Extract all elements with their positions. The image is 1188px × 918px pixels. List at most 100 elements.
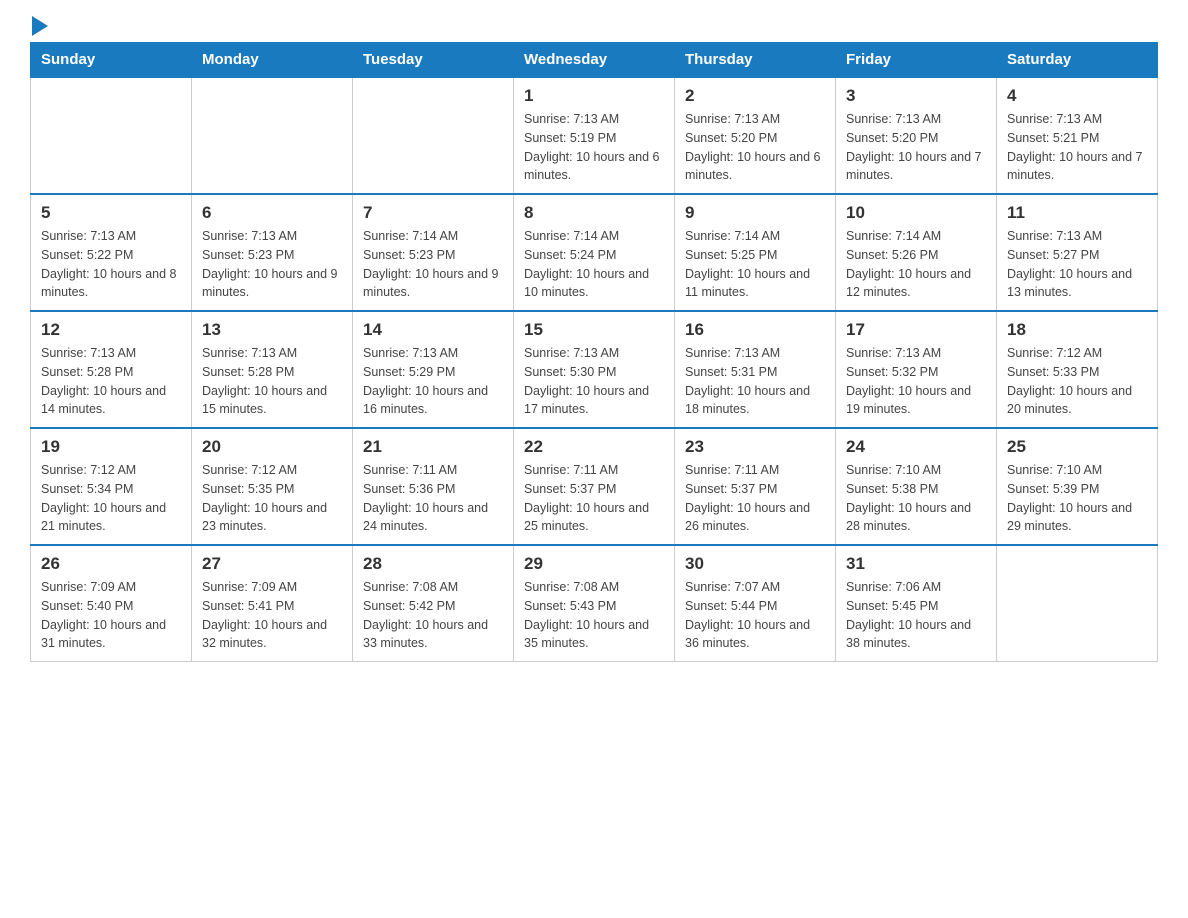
calendar-cell: 18 Sunrise: 7:12 AM Sunset: 5:33 PM Dayli…: [997, 311, 1158, 428]
day-number: 14: [363, 320, 503, 340]
calendar-cell: [31, 77, 192, 194]
day-sun-info: Sunrise: 7:13 AM Sunset: 5:20 PM Dayligh…: [685, 110, 825, 185]
day-number: 6: [202, 203, 342, 223]
day-sun-info: Sunrise: 7:13 AM Sunset: 5:20 PM Dayligh…: [846, 110, 986, 185]
weekday-header-monday: Monday: [192, 43, 353, 78]
calendar-cell: 25Sunrise: 7:10 AM Sunset: 5:39 PM Dayli…: [997, 428, 1158, 545]
day-number: 4: [1007, 86, 1147, 106]
day-number: 1: [524, 86, 664, 106]
day-sun-info: Sunrise: 7:08 AM Sunset: 5:43 PM Dayligh…: [524, 578, 664, 653]
day-sun-info: Sunrise: 7:13 AM Sunset: 5:28 PM Dayligh…: [41, 344, 181, 419]
day-number: 13: [202, 320, 342, 340]
calendar-cell: 20 Sunrise: 7:12 AM Sunset: 5:35 PM Dayli…: [192, 428, 353, 545]
week-row-1: 1Sunrise: 7:13 AM Sunset: 5:19 PM Daylig…: [31, 77, 1158, 194]
calendar-cell: 12 Sunrise: 7:13 AM Sunset: 5:28 PM Dayli…: [31, 311, 192, 428]
day-number: 5: [41, 203, 181, 223]
calendar-cell: 27 Sunrise: 7:09 AM Sunset: 5:41 PM Dayli…: [192, 545, 353, 662]
calendar-cell: 3 Sunrise: 7:13 AM Sunset: 5:20 PM Daylig…: [836, 77, 997, 194]
day-sun-info: Sunrise: 7:13 AM Sunset: 5:31 PM Dayligh…: [685, 344, 825, 419]
day-number: 30: [685, 554, 825, 574]
day-number: 29: [524, 554, 664, 574]
week-row-4: 19Sunrise: 7:12 AM Sunset: 5:34 PM Dayli…: [31, 428, 1158, 545]
day-sun-info: Sunrise: 7:13 AM Sunset: 5:32 PM Dayligh…: [846, 344, 986, 419]
day-number: 20: [202, 437, 342, 457]
week-row-3: 12 Sunrise: 7:13 AM Sunset: 5:28 PM Dayli…: [31, 311, 1158, 428]
day-number: 28: [363, 554, 503, 574]
logo-arrow-icon: [32, 16, 48, 36]
day-number: 3: [846, 86, 986, 106]
day-number: 19: [41, 437, 181, 457]
day-sun-info: Sunrise: 7:07 AM Sunset: 5:44 PM Dayligh…: [685, 578, 825, 653]
calendar-cell: [997, 545, 1158, 662]
day-sun-info: Sunrise: 7:13 AM Sunset: 5:21 PM Dayligh…: [1007, 110, 1147, 185]
day-number: 26: [41, 554, 181, 574]
day-number: 17: [846, 320, 986, 340]
calendar-cell: 30 Sunrise: 7:07 AM Sunset: 5:44 PM Dayli…: [675, 545, 836, 662]
calendar-cell: 31 Sunrise: 7:06 AM Sunset: 5:45 PM Dayli…: [836, 545, 997, 662]
day-sun-info: Sunrise: 7:14 AM Sunset: 5:25 PM Dayligh…: [685, 227, 825, 302]
day-number: 12: [41, 320, 181, 340]
calendar-cell: 16 Sunrise: 7:13 AM Sunset: 5:31 PM Dayli…: [675, 311, 836, 428]
day-number: 16: [685, 320, 825, 340]
calendar-cell: 5 Sunrise: 7:13 AM Sunset: 5:22 PM Daylig…: [31, 194, 192, 311]
calendar-cell: 14Sunrise: 7:13 AM Sunset: 5:29 PM Dayli…: [353, 311, 514, 428]
day-sun-info: Sunrise: 7:10 AM Sunset: 5:38 PM Dayligh…: [846, 461, 986, 536]
weekday-header-wednesday: Wednesday: [514, 43, 675, 78]
day-number: 8: [524, 203, 664, 223]
day-sun-info: Sunrise: 7:14 AM Sunset: 5:23 PM Dayligh…: [363, 227, 503, 302]
week-row-2: 5 Sunrise: 7:13 AM Sunset: 5:22 PM Daylig…: [31, 194, 1158, 311]
calendar-cell: 21 Sunrise: 7:11 AM Sunset: 5:36 PM Dayli…: [353, 428, 514, 545]
day-number: 18: [1007, 320, 1147, 340]
day-sun-info: Sunrise: 7:09 AM Sunset: 5:40 PM Dayligh…: [41, 578, 181, 653]
day-sun-info: Sunrise: 7:13 AM Sunset: 5:23 PM Dayligh…: [202, 227, 342, 302]
calendar-cell: 11Sunrise: 7:13 AM Sunset: 5:27 PM Dayli…: [997, 194, 1158, 311]
calendar-cell: 9 Sunrise: 7:14 AM Sunset: 5:25 PM Daylig…: [675, 194, 836, 311]
weekday-header-saturday: Saturday: [997, 43, 1158, 78]
logo: [30, 20, 48, 32]
calendar-cell: 8Sunrise: 7:14 AM Sunset: 5:24 PM Daylig…: [514, 194, 675, 311]
day-sun-info: Sunrise: 7:12 AM Sunset: 5:35 PM Dayligh…: [202, 461, 342, 536]
day-number: 2: [685, 86, 825, 106]
day-number: 7: [363, 203, 503, 223]
calendar-cell: 6 Sunrise: 7:13 AM Sunset: 5:23 PM Daylig…: [192, 194, 353, 311]
page-header: [30, 20, 1158, 32]
day-number: 27: [202, 554, 342, 574]
day-sun-info: Sunrise: 7:11 AM Sunset: 5:37 PM Dayligh…: [685, 461, 825, 536]
weekday-header-friday: Friday: [836, 43, 997, 78]
calendar-cell: 15Sunrise: 7:13 AM Sunset: 5:30 PM Dayli…: [514, 311, 675, 428]
day-number: 11: [1007, 203, 1147, 223]
calendar-cell: 26 Sunrise: 7:09 AM Sunset: 5:40 PM Dayli…: [31, 545, 192, 662]
day-number: 31: [846, 554, 986, 574]
day-number: 24: [846, 437, 986, 457]
day-sun-info: Sunrise: 7:09 AM Sunset: 5:41 PM Dayligh…: [202, 578, 342, 653]
day-sun-info: Sunrise: 7:11 AM Sunset: 5:36 PM Dayligh…: [363, 461, 503, 536]
day-number: 9: [685, 203, 825, 223]
calendar-cell: 4 Sunrise: 7:13 AM Sunset: 5:21 PM Daylig…: [997, 77, 1158, 194]
day-sun-info: Sunrise: 7:08 AM Sunset: 5:42 PM Dayligh…: [363, 578, 503, 653]
calendar-cell: 22 Sunrise: 7:11 AM Sunset: 5:37 PM Dayli…: [514, 428, 675, 545]
day-number: 21: [363, 437, 503, 457]
weekday-header-sunday: Sunday: [31, 43, 192, 78]
calendar-cell: 24 Sunrise: 7:10 AM Sunset: 5:38 PM Dayli…: [836, 428, 997, 545]
day-number: 22: [524, 437, 664, 457]
calendar-cell: 17 Sunrise: 7:13 AM Sunset: 5:32 PM Dayli…: [836, 311, 997, 428]
calendar-cell: [353, 77, 514, 194]
day-sun-info: Sunrise: 7:12 AM Sunset: 5:33 PM Dayligh…: [1007, 344, 1147, 419]
calendar-cell: 28 Sunrise: 7:08 AM Sunset: 5:42 PM Dayli…: [353, 545, 514, 662]
day-sun-info: Sunrise: 7:13 AM Sunset: 5:30 PM Dayligh…: [524, 344, 664, 419]
day-sun-info: Sunrise: 7:06 AM Sunset: 5:45 PM Dayligh…: [846, 578, 986, 653]
day-number: 23: [685, 437, 825, 457]
calendar-cell: 29 Sunrise: 7:08 AM Sunset: 5:43 PM Dayli…: [514, 545, 675, 662]
weekday-header-thursday: Thursday: [675, 43, 836, 78]
calendar-cell: 13Sunrise: 7:13 AM Sunset: 5:28 PM Dayli…: [192, 311, 353, 428]
calendar-cell: 19Sunrise: 7:12 AM Sunset: 5:34 PM Dayli…: [31, 428, 192, 545]
calendar-cell: 1Sunrise: 7:13 AM Sunset: 5:19 PM Daylig…: [514, 77, 675, 194]
day-sun-info: Sunrise: 7:11 AM Sunset: 5:37 PM Dayligh…: [524, 461, 664, 536]
calendar-cell: 7 Sunrise: 7:14 AM Sunset: 5:23 PM Daylig…: [353, 194, 514, 311]
calendar-cell: 2 Sunrise: 7:13 AM Sunset: 5:20 PM Daylig…: [675, 77, 836, 194]
day-sun-info: Sunrise: 7:14 AM Sunset: 5:26 PM Dayligh…: [846, 227, 986, 302]
calendar-table: SundayMondayTuesdayWednesdayThursdayFrid…: [30, 42, 1158, 662]
calendar-cell: 10Sunrise: 7:14 AM Sunset: 5:26 PM Dayli…: [836, 194, 997, 311]
calendar-cell: 23 Sunrise: 7:11 AM Sunset: 5:37 PM Dayli…: [675, 428, 836, 545]
day-sun-info: Sunrise: 7:13 AM Sunset: 5:22 PM Dayligh…: [41, 227, 181, 302]
